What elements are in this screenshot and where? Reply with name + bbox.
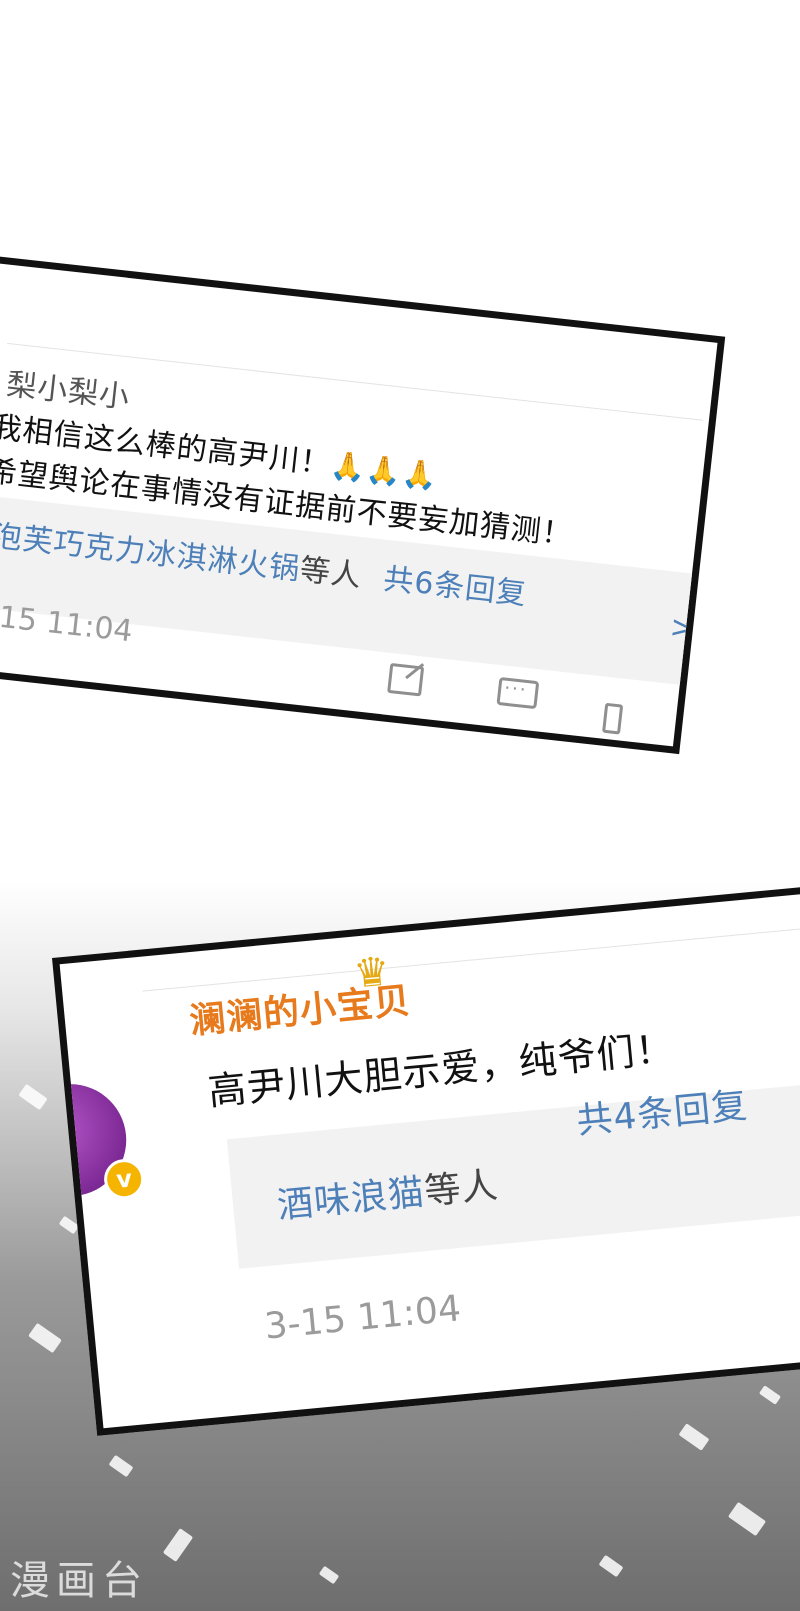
reply-suffix: 等人	[298, 552, 364, 595]
like-icon[interactable]	[602, 699, 636, 736]
watermark: 漫画台	[10, 1558, 148, 1604]
reply-names-link[interactable]: 泡芙巧克力冰淇淋火锅	[0, 519, 302, 588]
reply-suffix: 等人	[422, 1165, 501, 1213]
reply-count-link[interactable]: 共6条回复	[382, 562, 529, 613]
comment-card-1: 梨小梨小 我相信这么棒的高尹川！🙏🙏🙏 希望舆论在事情没有证据前不要妄加猜测！ …	[0, 250, 726, 755]
comment-icon[interactable]: ···	[496, 676, 544, 718]
share-icon[interactable]	[387, 657, 431, 697]
crown-icon: ♛	[351, 948, 392, 998]
timestamp: 3-15 11:04	[262, 1288, 463, 1348]
reply-summary: 酒味浪猫等人	[275, 1156, 501, 1229]
comment-card-2: v 澜澜的小宝贝 ♛ 高尹川大胆示爱，纯爷们！ 酒味浪猫等人 共4条回复 3-1…	[52, 879, 800, 1436]
reply-names-link[interactable]: 酒味浪猫	[275, 1172, 426, 1227]
